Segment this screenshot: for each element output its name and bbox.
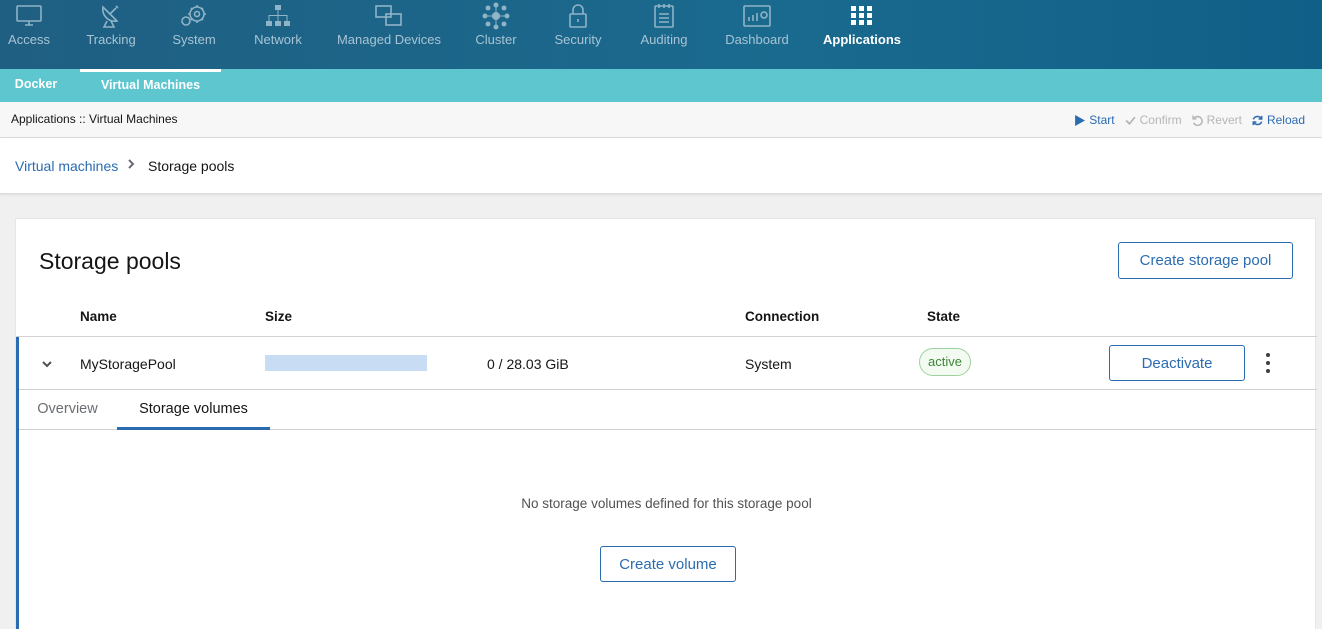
reload-label: Reload <box>1266 113 1305 127</box>
nav-network[interactable]: Network <box>253 0 303 69</box>
create-storage-pool-button[interactable]: Create storage pool <box>1118 242 1293 279</box>
devices-icon <box>375 0 403 32</box>
network-icon <box>265 0 291 32</box>
table-row: MyStoragePool 0 / 28.03 GiB System activ… <box>16 336 1317 389</box>
cluster-icon <box>482 0 510 32</box>
detail-tabs: Overview Storage volumes <box>19 389 1317 430</box>
column-header-connection: Connection <box>745 309 820 324</box>
lock-icon <box>568 0 588 32</box>
subnav-docker[interactable]: Docker <box>0 69 72 102</box>
usage-progress-bar <box>265 355 427 371</box>
gears-icon <box>180 0 208 32</box>
nav-auditing[interactable]: Auditing <box>639 0 689 69</box>
column-header-size: Size <box>265 309 293 324</box>
nav-tracking[interactable]: Tracking <box>86 0 136 69</box>
reload-button[interactable]: Reload <box>1252 113 1305 127</box>
confirm-label: Confirm <box>1139 113 1182 127</box>
subnav-virtual-machines[interactable]: Virtual Machines <box>80 69 221 102</box>
breadcrumb: Virtual machines Storage pools <box>0 138 1322 194</box>
notepad-icon <box>653 0 675 32</box>
start-label: Start <box>1089 113 1115 127</box>
nav-system[interactable]: System <box>172 0 216 69</box>
column-header-state: State <box>927 309 961 324</box>
grid-icon <box>850 0 874 32</box>
top-navigation: Access Tracking System Network Managed D… <box>0 0 1322 69</box>
monitor-icon <box>16 0 42 32</box>
deactivate-button[interactable]: Deactivate <box>1109 345 1245 381</box>
nav-security[interactable]: Security <box>554 0 602 69</box>
page-path: Applications :: Virtual Machines <box>11 112 178 126</box>
breadcrumb-virtual-machines-link[interactable]: Virtual machines <box>15 158 118 174</box>
page-title: Storage pools <box>39 248 181 274</box>
sub-navigation: Docker Virtual Machines <box>0 69 1322 102</box>
chevron-right-icon <box>127 158 135 173</box>
revert-button[interactable]: Revert <box>1191 113 1242 127</box>
check-icon <box>1125 116 1136 125</box>
satellite-dish-icon <box>99 0 123 32</box>
status-badge: active <box>919 348 971 376</box>
start-button[interactable]: Start <box>1074 113 1115 127</box>
pool-size-text: 0 / 28.03 GiB <box>487 356 569 372</box>
confirm-button[interactable]: Confirm <box>1125 113 1182 127</box>
dashboard-icon <box>743 0 771 32</box>
pool-connection: System <box>745 356 792 372</box>
breadcrumb-current: Storage pools <box>148 158 235 174</box>
column-header-name: Name <box>80 309 117 324</box>
create-volume-button[interactable]: Create volume <box>600 546 736 582</box>
empty-state-message: No storage volumes defined for this stor… <box>521 496 812 511</box>
tab-overview[interactable]: Overview <box>19 390 116 430</box>
play-icon <box>1075 114 1086 126</box>
reload-icon <box>1252 115 1263 125</box>
pool-name: MyStoragePool <box>80 356 176 372</box>
nav-access[interactable]: Access <box>8 0 50 69</box>
tab-storage-volumes[interactable]: Storage volumes <box>117 390 270 430</box>
nav-dashboard[interactable]: Dashboard <box>725 0 789 69</box>
kebab-menu-icon[interactable] <box>1261 353 1275 373</box>
storage-pools-card: Storage pools Create storage pool Name S… <box>15 218 1317 629</box>
undo-icon <box>1191 115 1203 126</box>
nav-managed-devices[interactable]: Managed Devices <box>337 0 441 69</box>
chevron-down-icon[interactable] <box>41 357 53 375</box>
revert-label: Revert <box>1206 113 1242 127</box>
nav-applications[interactable]: Applications <box>823 0 901 69</box>
app-toolbar: Applications :: Virtual Machines Start C… <box>0 102 1322 138</box>
toolbar-actions: Start Confirm Revert Reload <box>1074 113 1305 127</box>
nav-cluster[interactable]: Cluster <box>475 0 517 69</box>
